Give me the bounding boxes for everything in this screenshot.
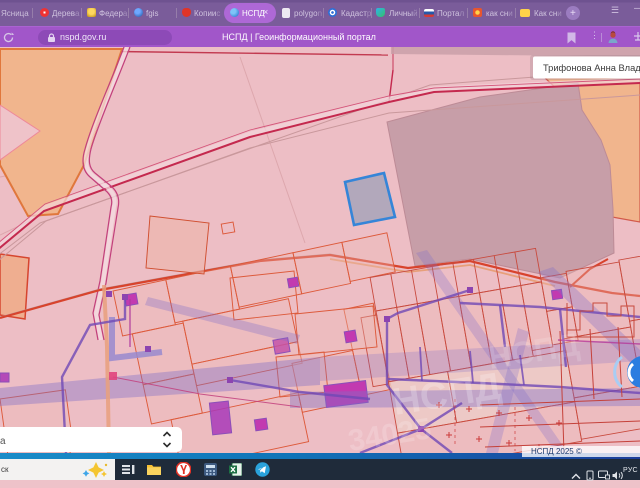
svg-text:a: a (0, 436, 6, 447)
svg-text:Трифонова Анна Влади: Трифонова Анна Влади (543, 63, 640, 73)
